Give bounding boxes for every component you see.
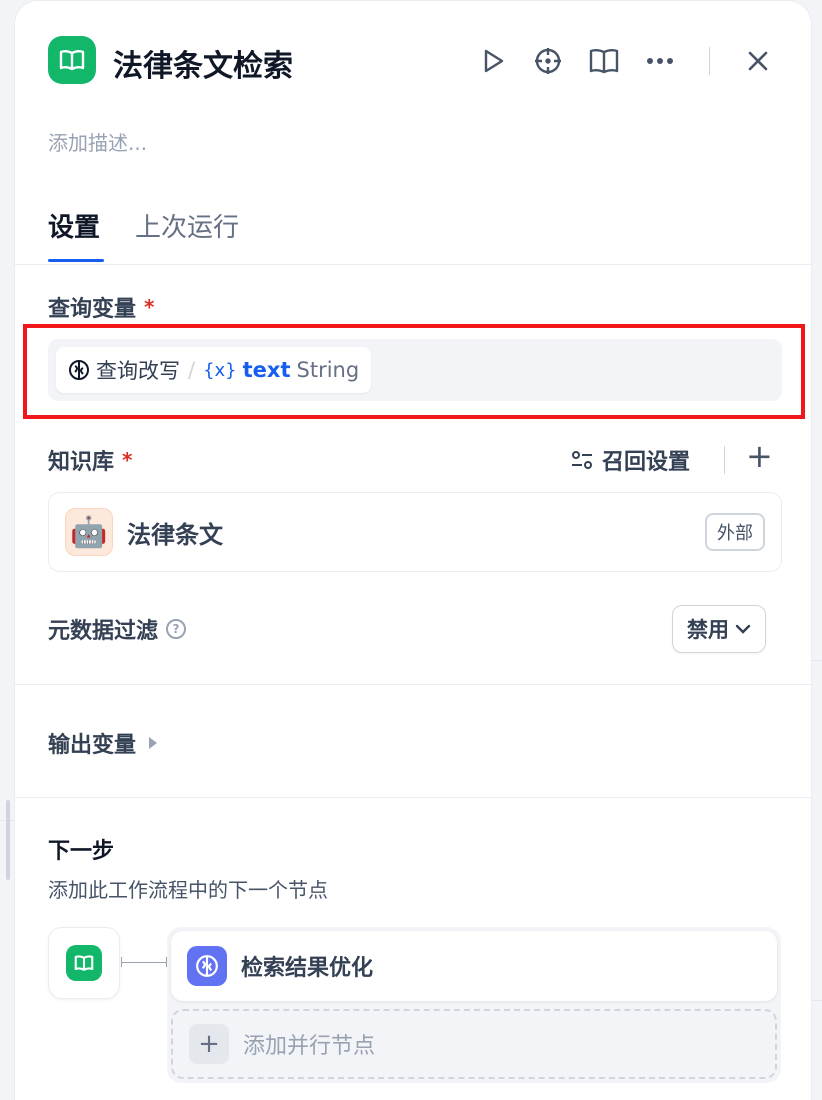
canvas-scrollbar[interactable] bbox=[6, 800, 10, 880]
add-parallel-node-label: 添加并行节点 bbox=[243, 1034, 376, 1059]
more-icon[interactable] bbox=[644, 45, 676, 77]
caret-right-icon bbox=[148, 736, 158, 750]
section-divider bbox=[15, 684, 811, 685]
node-title[interactable]: 法律条文检索 bbox=[113, 41, 293, 85]
variable-icon: {x} bbox=[203, 359, 237, 381]
current-node-thumbnail bbox=[48, 927, 120, 999]
llm-node-icon bbox=[68, 359, 90, 381]
chevron-down-icon bbox=[735, 624, 751, 634]
knowledge-retrieval-icon bbox=[48, 36, 96, 84]
description-input[interactable]: 添加描述... bbox=[48, 127, 147, 156]
variable-type: String bbox=[296, 358, 360, 382]
knowledge-base-label: 知识库 * bbox=[48, 444, 132, 476]
connector-line bbox=[121, 962, 167, 963]
help-icon[interactable]: ? bbox=[166, 619, 187, 639]
next-step-subtitle: 添加此工作流程中的下一个节点 bbox=[48, 878, 328, 902]
section-divider bbox=[15, 797, 811, 798]
crosshair-icon[interactable] bbox=[532, 45, 564, 77]
query-variable-label: 查询变量 * bbox=[48, 291, 154, 323]
metadata-filter-select[interactable]: 禁用 bbox=[672, 605, 766, 653]
knowledge-retrieval-icon bbox=[66, 945, 102, 981]
query-variable-selector[interactable]: 查询改写 / {x} text String bbox=[48, 339, 782, 401]
recall-settings-label: 召回设置 bbox=[602, 450, 691, 475]
llm-node-icon bbox=[187, 946, 227, 986]
robot-icon: 🤖 bbox=[65, 508, 113, 556]
variable-name: text bbox=[242, 358, 291, 382]
book-icon[interactable] bbox=[588, 45, 620, 77]
metadata-filter-label-text: 元数据过滤 bbox=[48, 619, 159, 644]
external-badge: 外部 bbox=[705, 513, 765, 551]
tab-settings[interactable]: 设置 bbox=[48, 207, 100, 244]
required-mark: * bbox=[144, 295, 155, 319]
next-step-title: 下一步 bbox=[48, 839, 115, 864]
settings-sliders-icon bbox=[570, 448, 594, 472]
knowledge-base-name: 法律条文 bbox=[127, 520, 223, 549]
header-divider bbox=[709, 47, 710, 75]
next-node-group: 检索结果优化 + 添加并行节点 bbox=[167, 927, 781, 1083]
next-node-name: 检索结果优化 bbox=[241, 956, 374, 981]
canvas-edge bbox=[812, 660, 822, 661]
kb-actions-divider bbox=[724, 446, 725, 474]
add-knowledge-button[interactable]: + bbox=[746, 437, 773, 475]
plus-icon: + bbox=[189, 1024, 229, 1064]
required-mark: * bbox=[122, 448, 133, 472]
source-node-name: 查询改写 bbox=[96, 359, 180, 383]
metadata-filter-value: 禁用 bbox=[687, 618, 729, 642]
add-parallel-node-button[interactable]: + 添加并行节点 bbox=[171, 1009, 777, 1079]
next-node-card[interactable]: 检索结果优化 bbox=[171, 931, 777, 1001]
query-variable-label-text: 查询变量 bbox=[48, 297, 137, 322]
path-separator: / bbox=[188, 358, 196, 382]
recall-settings-button[interactable]: 召回设置 bbox=[570, 444, 690, 476]
canvas-edge bbox=[812, 1000, 822, 1001]
close-icon[interactable] bbox=[742, 45, 774, 77]
tab-last-run[interactable]: 上次运行 bbox=[135, 207, 239, 244]
variable-chip[interactable]: 查询改写 / {x} text String bbox=[56, 347, 372, 393]
output-variable-label: 输出变量 bbox=[48, 733, 137, 758]
metadata-filter-label: 元数据过滤 ? bbox=[48, 613, 187, 645]
connector-cap bbox=[121, 957, 122, 967]
tab-active-indicator bbox=[48, 259, 104, 262]
output-variable-toggle[interactable]: 输出变量 bbox=[48, 727, 158, 759]
play-icon[interactable] bbox=[477, 45, 509, 77]
node-config-panel: 法律条文检索 添加描述... 设置 上次运行 查询变量 * 查询改写 / {x}… bbox=[14, 0, 812, 1100]
knowledge-base-item[interactable]: 🤖 法律条文 外部 bbox=[48, 492, 782, 572]
knowledge-base-label-text: 知识库 bbox=[48, 450, 115, 475]
tabs-divider bbox=[15, 264, 811, 265]
